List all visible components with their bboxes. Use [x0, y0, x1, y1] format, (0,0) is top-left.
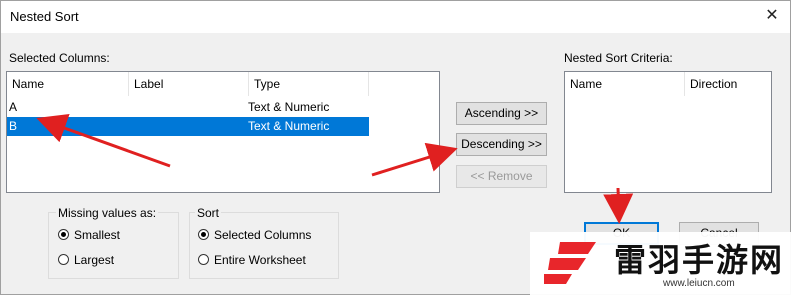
- table-row[interactable]: B Text & Numeric: [7, 117, 369, 136]
- sort-title: Sort: [195, 206, 222, 220]
- selected-columns-list[interactable]: Name Label Type A Text & Numeric B Text …: [6, 71, 440, 193]
- watermark-brand: 雷羽手游网: [614, 242, 785, 278]
- missing-values-title: Missing values as:: [56, 206, 159, 220]
- missing-values-group: [48, 212, 179, 279]
- ascending-button[interactable]: Ascending >>: [456, 102, 547, 125]
- column-header-name[interactable]: Name: [7, 72, 129, 96]
- radio-label: Selected Columns: [214, 228, 312, 242]
- column-header-direction[interactable]: Direction: [685, 72, 771, 96]
- row-name: B: [9, 119, 18, 133]
- radio-indicator: [58, 254, 69, 265]
- column-header-label[interactable]: Label: [129, 72, 249, 96]
- watermark: 雷羽手游网 www.leiucn.com: [530, 232, 791, 295]
- radio-indicator: [198, 254, 209, 265]
- sort-group: [189, 212, 339, 279]
- radio-label: Smallest: [74, 228, 121, 242]
- row-name: A: [9, 100, 18, 114]
- column-header-name[interactable]: Name: [565, 72, 685, 96]
- criteria-list[interactable]: Name Direction: [564, 71, 772, 193]
- watermark-logo: [544, 242, 596, 284]
- radio-label: Entire Worksheet: [214, 253, 306, 267]
- row-type: Text & Numeric: [248, 100, 330, 114]
- table-row[interactable]: A Text & Numeric: [7, 98, 369, 117]
- selected-columns-label: Selected Columns:: [9, 51, 110, 65]
- descending-button[interactable]: Descending >>: [456, 133, 547, 156]
- radio-indicator: [58, 229, 69, 240]
- title-bar: Nested Sort ✕: [1, 1, 790, 33]
- radio-label: Largest: [74, 253, 115, 267]
- column-header-type[interactable]: Type: [249, 72, 369, 96]
- radio-indicator: [198, 229, 209, 240]
- criteria-label: Nested Sort Criteria:: [564, 51, 673, 65]
- watermark-url: www.leiucn.com: [663, 278, 735, 289]
- remove-button[interactable]: << Remove: [456, 165, 547, 188]
- window-title: Nested Sort: [10, 9, 79, 24]
- close-icon[interactable]: ✕: [760, 5, 784, 27]
- row-type: Text & Numeric: [248, 119, 330, 133]
